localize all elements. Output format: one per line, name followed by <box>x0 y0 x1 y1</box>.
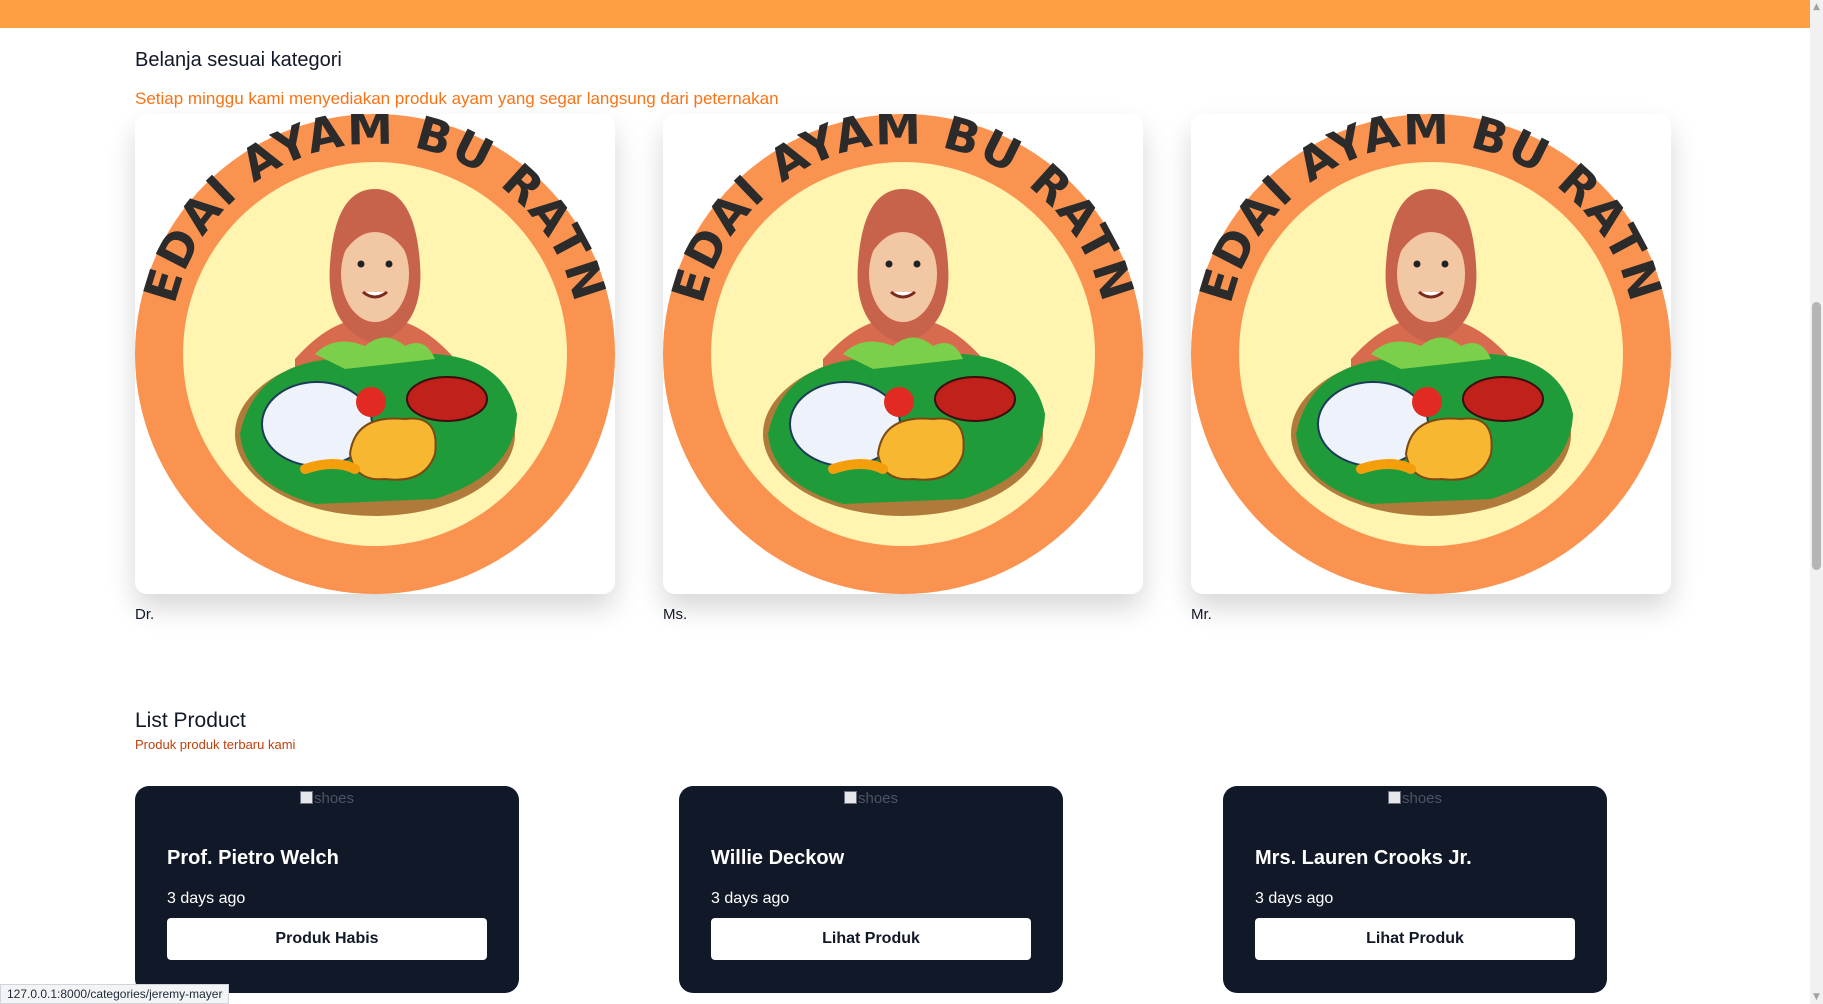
broken-image-icon <box>843 791 857 804</box>
lihat-produk-button[interactable]: Lihat Produk <box>1255 918 1575 960</box>
product-image-alt: shoes <box>313 790 355 807</box>
product-card: shoes Mrs. Lauren Crooks Jr. 3 days ago … <box>1223 786 1607 993</box>
category-label: Ms. <box>663 606 688 623</box>
scroll-down-icon[interactable]: ▼ <box>1810 990 1823 1004</box>
kedai-logo-image: KEDAI AYAM BU RATNA <box>663 114 1143 594</box>
product-time: 3 days ago <box>1255 890 1334 907</box>
product-name: Prof. Pietro Welch <box>167 847 339 869</box>
product-image-broken: shoes <box>679 790 1063 807</box>
product-image-broken: shoes <box>135 790 519 807</box>
categories-subtitle: Setiap minggu kami menyediakan produk ay… <box>135 89 779 108</box>
category-card[interactable]: KEDAI AYAM BU RATNA <box>135 114 615 594</box>
top-navbar <box>0 0 1810 28</box>
category-card[interactable]: KEDAI AYAM BU RATNA <box>1191 114 1671 594</box>
product-time: 3 days ago <box>167 890 246 907</box>
kedai-logo-image: KEDAI AYAM BU RATNA <box>135 114 615 594</box>
status-bar-url: 127.0.0.1:8000/categories/jeremy-mayer <box>0 984 230 1004</box>
product-list-subtitle: Produk produk terbaru kami <box>135 737 296 752</box>
kedai-logo-image: KEDAI AYAM BU RATNA <box>1191 114 1671 594</box>
category-card[interactable]: KEDAI AYAM BU RATNA <box>663 114 1143 594</box>
product-image-alt: shoes <box>1401 790 1443 807</box>
page-scrollbar[interactable]: ▲ ▼ <box>1810 0 1823 1004</box>
category-label: Dr. <box>135 606 155 623</box>
product-name: Willie Deckow <box>711 847 845 869</box>
product-card: shoes Willie Deckow 3 days ago Lihat Pro… <box>679 786 1063 993</box>
category-label: Mr. <box>1191 606 1212 623</box>
produk-habis-button[interactable]: Produk Habis <box>167 918 487 960</box>
scroll-thumb[interactable] <box>1812 302 1821 570</box>
product-time: 3 days ago <box>711 890 790 907</box>
product-card: shoes Prof. Pietro Welch 3 days ago Prod… <box>135 786 519 993</box>
broken-image-icon <box>1387 791 1401 804</box>
categories-title: Belanja sesuai kategori <box>135 49 342 71</box>
product-list-title: List Product <box>135 709 246 732</box>
product-image-alt: shoes <box>857 790 899 807</box>
lihat-produk-button[interactable]: Lihat Produk <box>711 918 1031 960</box>
product-name: Mrs. Lauren Crooks Jr. <box>1255 847 1472 869</box>
product-image-broken: shoes <box>1223 790 1607 807</box>
scroll-up-icon[interactable]: ▲ <box>1810 0 1823 14</box>
broken-image-icon <box>299 791 313 804</box>
